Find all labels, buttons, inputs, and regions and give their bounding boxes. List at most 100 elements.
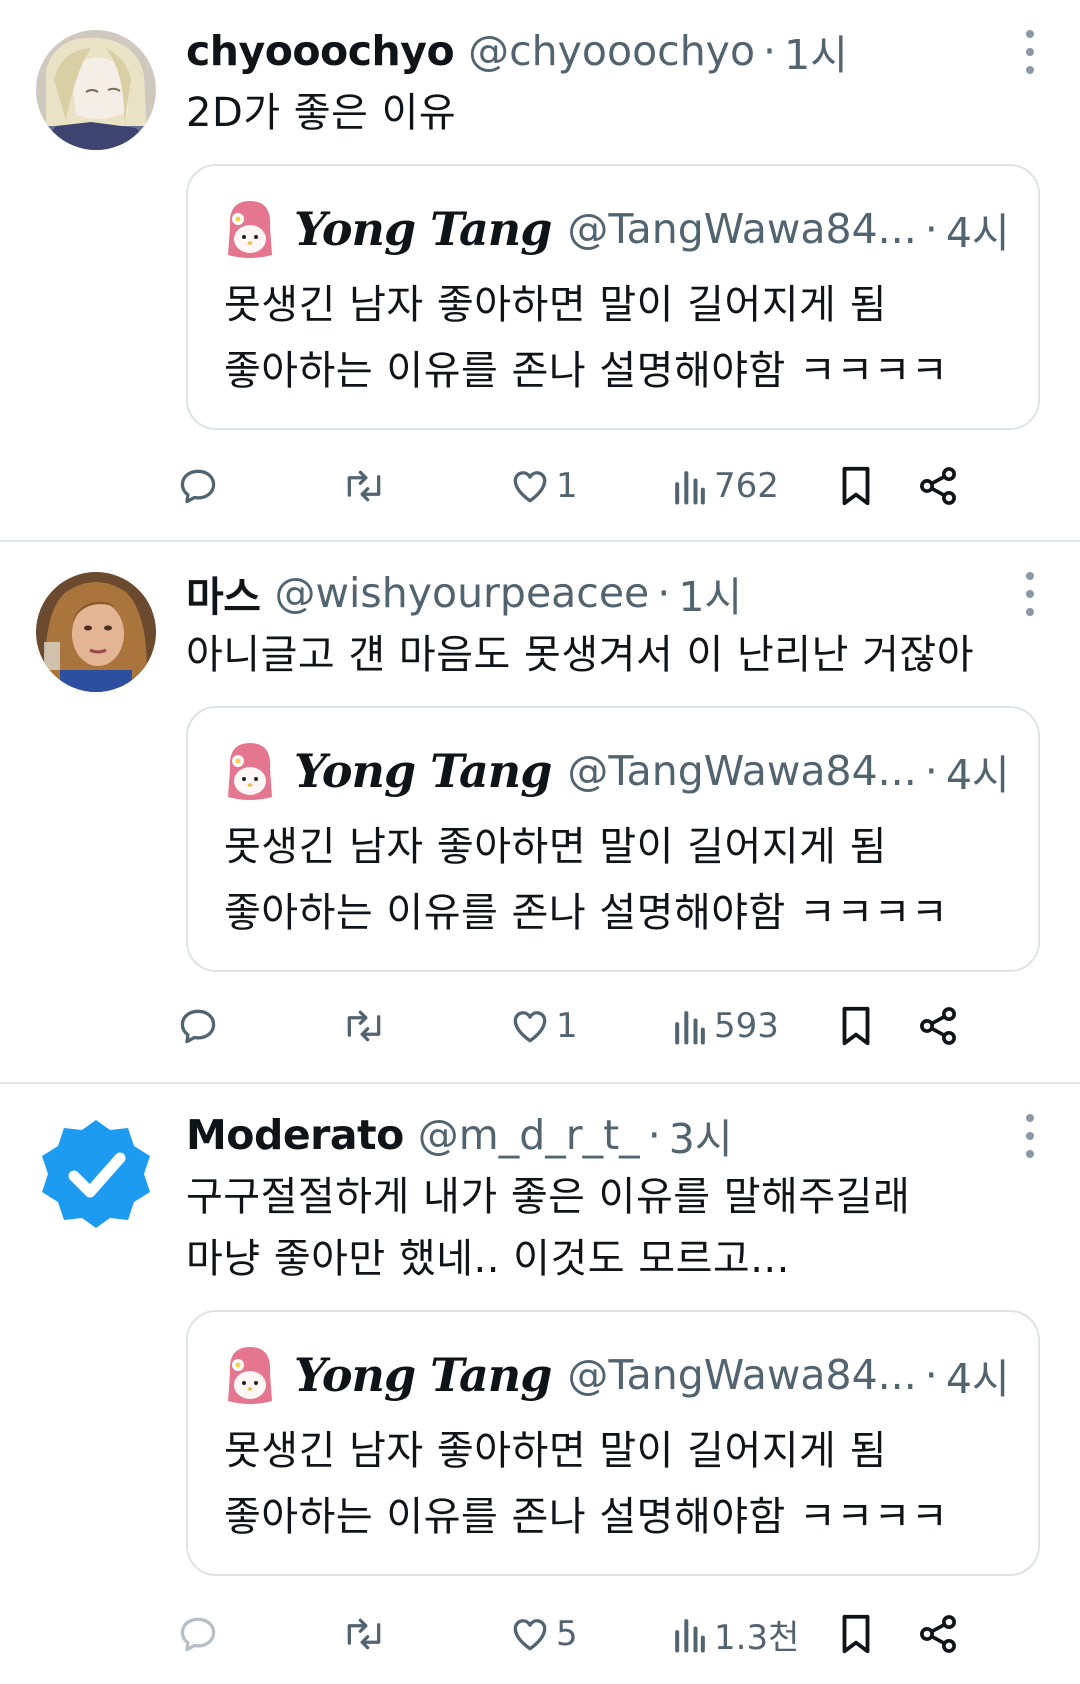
separator-dot: · xyxy=(647,1111,661,1159)
separator-dot: · xyxy=(924,205,938,253)
photo-avatar-image xyxy=(36,572,156,692)
quote-text-line: 좋아하는 이유를 존나 설명해야함 ㅋㅋㅋㅋ xyxy=(224,1494,949,1540)
share-button[interactable] xyxy=(916,464,960,508)
timestamp[interactable]: 3시 xyxy=(669,1105,733,1165)
separator-dot: · xyxy=(657,569,671,617)
like-icon xyxy=(513,1619,547,1651)
tweet-text: 2D가 좋은 이유 xyxy=(186,90,457,136)
action-bar: 1 762 xyxy=(180,456,1040,516)
handle[interactable]: @m_d_r_t_ xyxy=(418,1111,640,1159)
view-count: 762 xyxy=(714,466,779,506)
quote-tweet[interactable]: Yong Tang @TangWawa84... · 4시 못생긴 남자 좋아하… xyxy=(186,1310,1040,1576)
tweet-text-line: 구구절절하게 내가 좋은 이유를 말해주길래 xyxy=(186,1174,911,1220)
quote-avatar[interactable] xyxy=(224,1343,276,1407)
quote-timestamp: 4시 xyxy=(945,209,1010,257)
views-button[interactable]: 762 xyxy=(670,464,779,508)
bookmark-icon xyxy=(842,466,870,506)
reply-button[interactable] xyxy=(176,1004,220,1048)
separator-dot: · xyxy=(763,27,777,75)
retweet-button[interactable] xyxy=(340,464,388,508)
quote-text-line: 못생긴 남자 좋아하면 말이 길어지게 됨 xyxy=(224,282,887,328)
retweet-button[interactable] xyxy=(340,1612,388,1656)
view-count: 593 xyxy=(714,1006,779,1046)
like-count: 1 xyxy=(556,466,578,506)
like-icon xyxy=(513,471,547,503)
share-icon xyxy=(920,1615,956,1653)
display-name[interactable]: chyooochyo xyxy=(186,27,455,75)
quote-header: Yong Tang @TangWawa84... · 4시 xyxy=(224,736,1010,806)
avatar[interactable] xyxy=(36,572,156,692)
views-icon xyxy=(675,1619,705,1653)
quote-timestamp: 4시 xyxy=(945,751,1010,799)
quote-text-line: 좋아하는 이유를 존나 설명해야함 ㅋㅋㅋㅋ xyxy=(224,890,949,936)
display-name[interactable]: Moderato xyxy=(186,1111,404,1159)
tweet[interactable]: chyooochyo @chyooochyo · 1시 2D가 좋은 이유 Yo… xyxy=(0,0,1080,542)
quote-tweet[interactable]: Yong Tang @TangWawa84... · 4시 못생긴 남자 좋아하… xyxy=(186,706,1040,972)
avatar[interactable] xyxy=(36,30,156,150)
action-bar: 1 593 xyxy=(180,996,1040,1056)
anime-avatar-image xyxy=(36,30,156,150)
share-icon xyxy=(920,1007,956,1045)
bookmark-button[interactable] xyxy=(836,1611,876,1657)
reply-icon xyxy=(180,1617,216,1652)
quote-tweet[interactable]: Yong Tang @TangWawa84... · 4시 못생긴 남자 좋아하… xyxy=(186,164,1040,430)
avatar[interactable] xyxy=(36,1114,156,1234)
like-count: 5 xyxy=(556,1614,578,1654)
quote-display-name[interactable]: Yong Tang xyxy=(294,744,552,798)
quote-header: Yong Tang @TangWawa84... · 4시 xyxy=(224,1340,1010,1410)
quote-avatar[interactable] xyxy=(224,739,276,803)
reply-icon xyxy=(180,469,216,504)
timestamp[interactable]: 1시 xyxy=(678,563,742,623)
quote-handle[interactable]: @TangWawa84... xyxy=(567,1351,916,1399)
like-button[interactable]: 5 xyxy=(508,1612,578,1656)
quote-timestamp: 4시 xyxy=(945,1355,1010,1403)
more-icon[interactable] xyxy=(1020,30,1040,74)
verified-badge-avatar xyxy=(42,1120,150,1228)
quote-text-line: 좋아하는 이유를 존나 설명해야함 ㅋㅋㅋㅋ xyxy=(224,348,949,394)
view-count: 1.3천 xyxy=(714,1617,800,1658)
tweet-text-line: 마냥 좋아만 했네.. 이것도 모르고... xyxy=(186,1236,790,1282)
display-name[interactable]: 마스 xyxy=(186,563,261,623)
bookmark-icon xyxy=(842,1006,870,1046)
bookmark-icon xyxy=(842,1614,870,1654)
quote-text: 못생긴 남자 좋아하면 말이 길어지게 됨 좋아하는 이유를 존나 설명해야함 … xyxy=(224,272,1018,404)
quote-handle[interactable]: @TangWawa84... xyxy=(567,205,916,253)
action-bar: 5 1.3천 xyxy=(180,1604,1040,1664)
quote-display-name[interactable]: Yong Tang xyxy=(294,1348,552,1402)
quote-text-line: 못생긴 남자 좋아하면 말이 길어지게 됨 xyxy=(224,1428,887,1474)
views-button[interactable]: 593 xyxy=(670,1004,779,1048)
like-button[interactable]: 1 xyxy=(508,464,578,508)
quote-handle[interactable]: @TangWawa84... xyxy=(567,747,916,795)
retweet-icon xyxy=(347,470,381,502)
tweet-header: Moderato @m_d_r_t_ · 3시 xyxy=(186,1106,1040,1164)
bookmark-button[interactable] xyxy=(836,463,876,509)
bookmark-button[interactable] xyxy=(836,1003,876,1049)
tweet-header: 마스 @wishyourpeacee · 1시 xyxy=(186,564,1040,622)
retweet-icon xyxy=(347,1618,381,1650)
tweet-text: 구구절절하게 내가 좋은 이유를 말해주길래 마냥 좋아만 했네.. 이것도 모… xyxy=(186,1166,1040,1290)
reply-button[interactable] xyxy=(176,464,220,508)
handle[interactable]: @chyooochyo xyxy=(468,27,755,75)
like-button[interactable]: 1 xyxy=(508,1004,578,1048)
reply-button[interactable] xyxy=(176,1612,220,1656)
views-button[interactable]: 1.3천 xyxy=(670,1610,799,1659)
share-button[interactable] xyxy=(916,1004,960,1048)
handle[interactable]: @wishyourpeacee xyxy=(274,569,649,617)
quote-text: 못생긴 남자 좋아하면 말이 길어지게 됨 좋아하는 이유를 존나 설명해야함 … xyxy=(224,1418,1018,1550)
more-icon[interactable] xyxy=(1020,572,1040,616)
views-icon xyxy=(675,471,705,505)
like-icon xyxy=(513,1011,547,1043)
tweet[interactable]: 마스 @wishyourpeacee · 1시 아니글고 걘 마음도 못생겨서 … xyxy=(0,542,1080,1084)
retweet-button[interactable] xyxy=(340,1004,388,1048)
tweet-header: chyooochyo @chyooochyo · 1시 xyxy=(186,22,1040,80)
more-icon[interactable] xyxy=(1020,1114,1040,1158)
quote-text-line: 못생긴 남자 좋아하면 말이 길어지게 됨 xyxy=(224,824,887,870)
tweet[interactable]: Moderato @m_d_r_t_ · 3시 구구절절하게 내가 좋은 이유를… xyxy=(0,1084,1080,1684)
views-icon xyxy=(675,1011,705,1045)
timestamp[interactable]: 1시 xyxy=(784,21,848,81)
share-button[interactable] xyxy=(916,1612,960,1656)
separator-dot: · xyxy=(924,1351,938,1399)
tweet-text: 아니글고 걘 마음도 못생겨서 이 난리난 거잖아 xyxy=(186,632,974,678)
quote-avatar[interactable] xyxy=(224,197,276,261)
quote-display-name[interactable]: Yong Tang xyxy=(294,202,552,256)
